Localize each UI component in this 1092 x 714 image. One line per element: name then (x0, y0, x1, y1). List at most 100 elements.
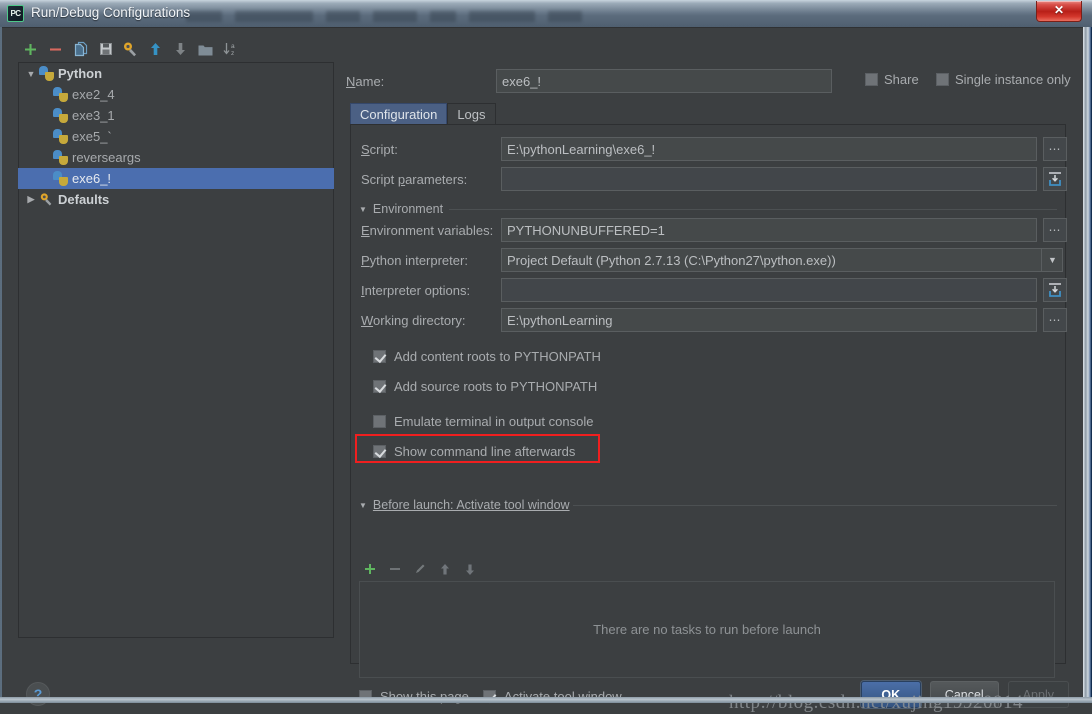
emulate-terminal-label: Emulate terminal in output console (394, 413, 594, 429)
move-down-button[interactable] (168, 37, 193, 61)
checkbox-box (373, 349, 386, 363)
name-input[interactable] (496, 69, 832, 93)
wrench-icon (39, 192, 54, 207)
editor-tabs: Configuration Logs (350, 101, 1070, 125)
window-right-border (1083, 27, 1092, 698)
create-folder-button[interactable] (193, 37, 218, 61)
script-browse-button[interactable]: ⋯ (1043, 137, 1067, 161)
insert-macro-icon[interactable] (1043, 278, 1067, 302)
environment-section-label: Environment (372, 202, 444, 216)
move-task-up-button[interactable] (434, 558, 456, 580)
checkbox-box (373, 444, 386, 458)
tab-configuration[interactable]: Configuration (350, 103, 448, 125)
apply-button: Apply (1007, 681, 1069, 708)
save-configuration-button[interactable] (93, 37, 118, 61)
remove-task-button[interactable] (384, 558, 406, 580)
checkbox-box (373, 414, 386, 428)
ok-button[interactable]: OK (860, 681, 921, 708)
emulate-terminal-checkbox[interactable]: Emulate terminal in output console (373, 412, 593, 430)
python-icon (39, 66, 54, 81)
cancel-button[interactable]: Cancel (929, 681, 999, 708)
tree-node-exe5[interactable]: exe5_` (19, 126, 333, 147)
environment-variables-browse-button[interactable]: ⋯ (1043, 218, 1067, 242)
environment-variables-row: Environment variables: ⋯ (351, 218, 1067, 242)
close-icon[interactable]: ✕ (1036, 1, 1082, 22)
environment-variables-input[interactable] (501, 218, 1037, 242)
chevron-down-icon[interactable]: ▼ (1041, 248, 1063, 272)
python-icon (53, 108, 68, 123)
add-task-button[interactable] (359, 558, 381, 580)
configurations-panel: a z ▼ Python exe2_4 exe3_1 exe5_` revers… (14, 31, 334, 640)
add-content-roots-checkbox[interactable]: Add content roots to PYTHONPATH (373, 347, 601, 365)
move-up-button[interactable] (143, 37, 168, 61)
script-parameters-input[interactable] (501, 167, 1037, 191)
show-command-line-label: Show command line afterwards (394, 443, 576, 459)
checkbox-box (936, 73, 949, 86)
chevron-down-icon[interactable]: ▼ (359, 501, 367, 510)
script-parameters-row: Script parameters: (351, 167, 1067, 191)
configuration-tab-content: Script: ⋯ Script parameters: (350, 124, 1067, 704)
remove-configuration-button[interactable] (43, 37, 68, 61)
insert-macro-icon[interactable] (1043, 167, 1067, 191)
checkbox-box (373, 379, 386, 393)
window-frame: PC Run/Debug Configurations ✕ a z ▼ Pyth… (0, 0, 1092, 713)
tree-node-python[interactable]: ▼ Python (19, 63, 333, 84)
chevron-down-icon[interactable]: ▼ (23, 69, 39, 79)
window-bottom-border (0, 697, 1092, 703)
copy-configuration-button[interactable] (68, 37, 93, 61)
working-directory-input[interactable] (501, 308, 1037, 332)
move-task-down-button[interactable] (459, 558, 481, 580)
add-source-roots-checkbox[interactable]: Add source roots to PYTHONPATH (373, 377, 597, 395)
name-row: Name: Share Single instance only (346, 69, 1071, 93)
add-source-roots-label: Add source roots to PYTHONPATH (394, 378, 598, 394)
before-launch-empty-message: There are no tasks to run before launch (593, 622, 821, 637)
configurations-tree[interactable]: ▼ Python exe2_4 exe3_1 exe5_` reversearg… (18, 62, 334, 638)
tree-node-reverseargs[interactable]: reverseargs (19, 147, 333, 168)
tree-node-exe3-1[interactable]: exe3_1 (19, 105, 333, 126)
before-launch-section-header[interactable]: ▼ Before launch: Activate tool window (359, 497, 570, 513)
tree-node-exe2-4[interactable]: exe2_4 (19, 84, 333, 105)
show-command-line-checkbox[interactable]: Show command line afterwards (373, 442, 575, 460)
interpreter-options-row: Interpreter options: (351, 278, 1067, 302)
tree-node-label: Python (58, 66, 103, 81)
chevron-down-icon[interactable]: ▼ (359, 205, 367, 214)
edit-task-button[interactable] (409, 558, 431, 580)
environment-variables-label: Environment variables: (361, 223, 494, 238)
dialog-body: a z ▼ Python exe2_4 exe3_1 exe5_` revers… (2, 27, 1083, 713)
tree-node-exe6[interactable]: exe6_! (18, 168, 334, 189)
python-interpreter-row: Python interpreter: ▼ (351, 248, 1067, 272)
chevron-right-icon[interactable]: ▶ (23, 194, 39, 205)
share-checkbox[interactable]: Share (865, 72, 919, 87)
single-instance-checkbox[interactable]: Single instance only (936, 72, 1071, 87)
before-launch-toolbar (359, 558, 481, 580)
tree-node-label: exe5_` (72, 129, 112, 144)
tree-node-defaults[interactable]: ▶ Defaults (19, 189, 333, 210)
tab-logs[interactable]: Logs (447, 103, 496, 125)
section-divider (449, 209, 1057, 210)
script-row: Script: ⋯ (351, 137, 1067, 161)
name-label: Name: (346, 74, 385, 89)
sort-az-button[interactable]: a z (218, 37, 243, 61)
pycharm-icon: PC (7, 5, 24, 22)
working-directory-label: Working directory: (361, 313, 466, 328)
interpreter-options-input[interactable] (501, 278, 1037, 302)
script-input[interactable] (501, 137, 1037, 161)
before-launch-task-list[interactable]: There are no tasks to run before launch (359, 581, 1055, 678)
single-instance-label: Single instance only (955, 72, 1071, 87)
environment-section-header[interactable]: ▼ Environment (359, 201, 443, 217)
tree-node-label: exe6_! (72, 171, 112, 186)
script-label: Script: (361, 142, 398, 157)
window-title: Run/Debug Configurations (31, 5, 191, 20)
edit-defaults-button[interactable] (118, 37, 143, 61)
dialog-button-row: OK Cancel Apply (860, 681, 1069, 708)
interpreter-options-label: Interpreter options: (361, 283, 471, 298)
svg-text:a: a (231, 43, 235, 50)
tree-node-label: reverseargs (72, 150, 141, 165)
tree-node-label: exe2_4 (72, 87, 115, 102)
add-content-roots-label: Add content roots to PYTHONPATH (394, 348, 601, 364)
working-directory-browse-button[interactable]: ⋯ (1043, 308, 1067, 332)
checkbox-box (865, 73, 878, 86)
python-interpreter-input[interactable] (501, 248, 1063, 272)
add-configuration-button[interactable] (18, 37, 43, 61)
title-bar: PC Run/Debug Configurations ✕ (0, 0, 1092, 27)
